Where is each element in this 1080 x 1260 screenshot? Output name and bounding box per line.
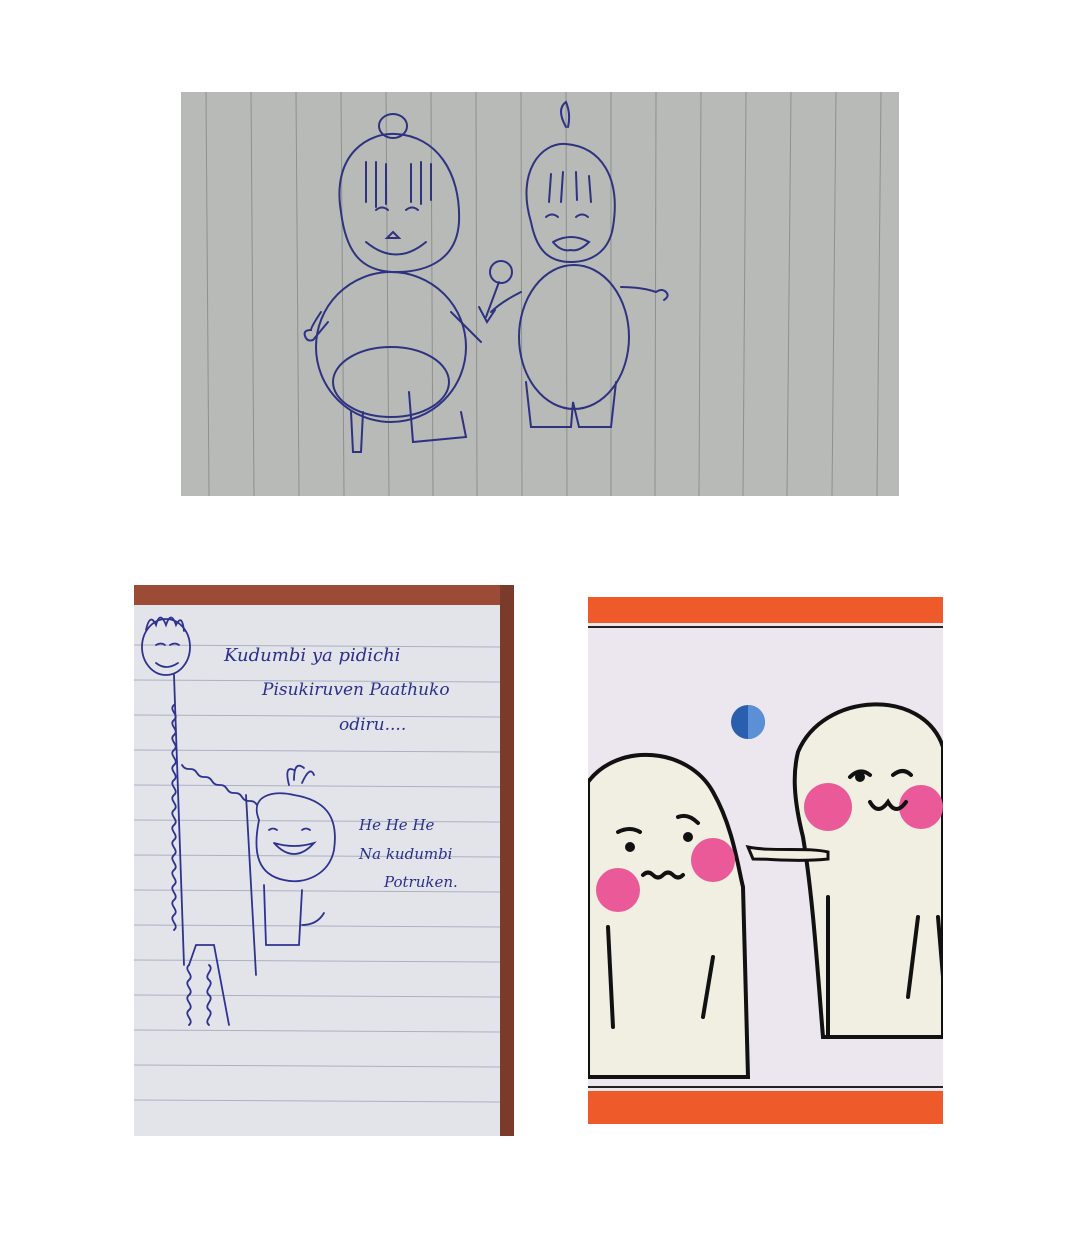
- handwriting-line-1: Kudumbi ya pidichi: [223, 645, 400, 666]
- handwriting-line-4: He He He: [358, 816, 435, 834]
- handwriting-line-5: Na kudumbi: [358, 845, 453, 863]
- blob-characters-drawing: [588, 597, 943, 1124]
- handwriting-line-2: Pisukiruven Paathuko: [261, 680, 450, 700]
- sketch-couple-drawing: [181, 92, 899, 496]
- photo-sketch-couple: [181, 92, 899, 496]
- notebook-page: Kudumbi ya pidichi Pisukiruven Paathuko …: [134, 585, 514, 1136]
- photo-blob-characters: [588, 597, 943, 1124]
- handwriting-line-6: Potruken.: [383, 873, 458, 891]
- photo-notebook-handwriting: Kudumbi ya pidichi Pisukiruven Paathuko …: [134, 585, 514, 1136]
- handwriting-line-3: odiru....: [339, 715, 406, 735]
